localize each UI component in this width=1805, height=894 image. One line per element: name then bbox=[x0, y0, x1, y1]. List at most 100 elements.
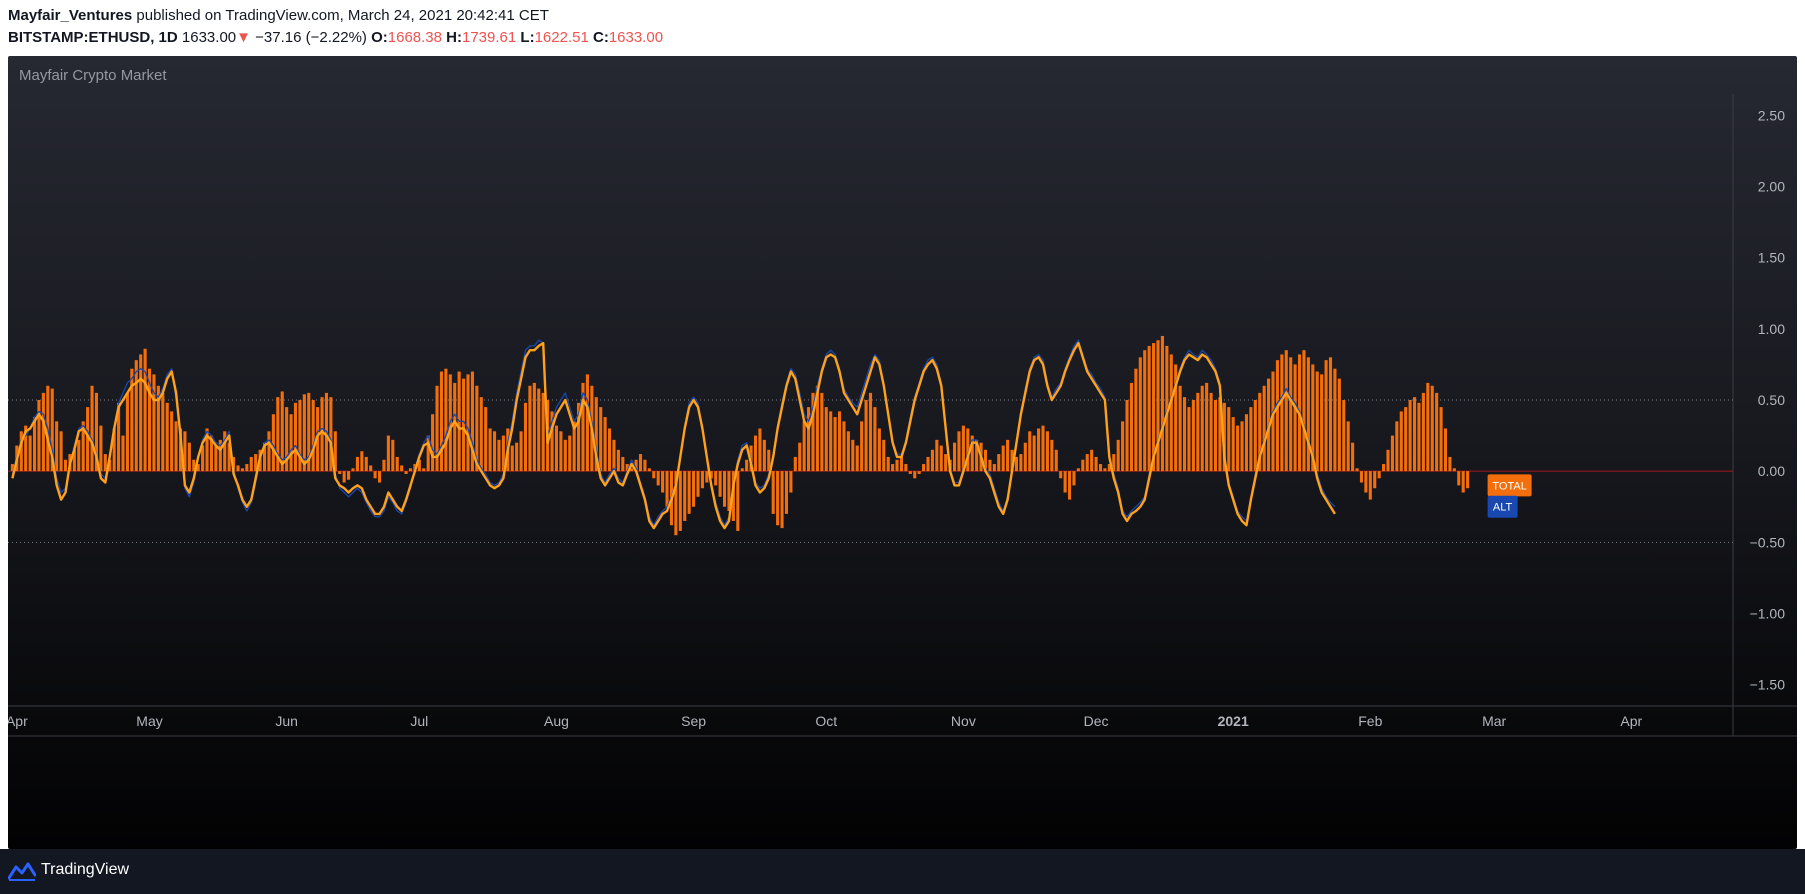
symbol-info: BITSTAMP:ETHUSD, 1D 1633.00▼ −37.16 (−2.… bbox=[8, 29, 663, 46]
histogram-bar bbox=[1448, 456, 1452, 472]
histogram-bar bbox=[488, 428, 492, 472]
histogram-bar bbox=[431, 414, 435, 472]
histogram-bar bbox=[28, 435, 32, 472]
histogram-bar bbox=[59, 431, 63, 472]
x-tick-label: 2021 bbox=[1218, 713, 1249, 729]
time-axis[interactable]: Apr May Jun Jul Aug Sep Oct Nov Dec 2021 Feb Mar Apr bbox=[8, 713, 1642, 729]
low-value: 1622.51 bbox=[534, 29, 589, 46]
x-tick-label: Oct bbox=[815, 713, 837, 729]
histogram-bar bbox=[236, 465, 240, 472]
histogram-bar bbox=[652, 471, 656, 479]
histogram-bar bbox=[1240, 421, 1244, 472]
histogram-bar bbox=[249, 456, 253, 472]
x-tick-label: Jul bbox=[410, 713, 428, 729]
histogram-bar bbox=[846, 431, 850, 472]
histogram-bar bbox=[369, 465, 373, 472]
histogram-bar bbox=[908, 471, 912, 475]
histogram-bar bbox=[1249, 407, 1253, 472]
histogram-bar bbox=[771, 471, 775, 514]
y-tick-label: 2.50 bbox=[1758, 107, 1785, 123]
histogram-bar bbox=[599, 407, 603, 472]
symbol-name[interactable]: BITSTAMP:ETHUSD bbox=[8, 29, 150, 46]
histogram-bar bbox=[90, 385, 94, 472]
histogram-bar bbox=[638, 454, 643, 472]
histogram-bar bbox=[1417, 402, 1421, 472]
histogram-bar bbox=[364, 456, 368, 472]
histogram-bar bbox=[1337, 378, 1341, 472]
histogram-bar bbox=[99, 425, 103, 472]
histogram-bar bbox=[842, 421, 846, 472]
last-price: 1633.00 bbox=[181, 29, 237, 46]
histogram-bar bbox=[1346, 421, 1350, 472]
histogram-bar bbox=[1001, 445, 1005, 472]
chart-pane[interactable]: 2.50 2.00 1.50 1.00 0.50 0.00 −0.50 −1.00 −1.50 … bbox=[8, 56, 1797, 849]
histogram-bar bbox=[798, 442, 802, 472]
y-tick-label: 2.00 bbox=[1758, 179, 1785, 195]
end-label-alt: ALT bbox=[1487, 495, 1518, 518]
histogram-bar bbox=[1041, 425, 1045, 472]
histogram-bar bbox=[1191, 400, 1195, 472]
indicator-title[interactable]: Mayfair Crypto Market bbox=[19, 67, 167, 84]
histogram-bar bbox=[1054, 449, 1058, 472]
histogram-bar bbox=[1342, 400, 1346, 472]
histogram-bar bbox=[267, 431, 271, 472]
histogram-bar bbox=[1076, 468, 1080, 472]
histogram-bar bbox=[492, 431, 497, 472]
histogram-bar bbox=[678, 471, 682, 531]
histogram-bar bbox=[656, 471, 660, 486]
histogram-bar bbox=[860, 421, 864, 472]
histogram-bar bbox=[187, 442, 191, 472]
histogram-bar bbox=[1129, 382, 1134, 472]
histogram-bar bbox=[1227, 407, 1231, 472]
histogram-bar bbox=[621, 456, 625, 472]
histogram-bar bbox=[607, 428, 612, 472]
histogram-bar bbox=[386, 435, 390, 472]
histogram-bar bbox=[143, 348, 147, 472]
histogram-bar bbox=[1147, 345, 1151, 472]
histogram-bar bbox=[886, 456, 890, 472]
histogram-bar bbox=[63, 459, 68, 472]
histogram-bar bbox=[484, 407, 488, 472]
histogram-bar bbox=[895, 459, 899, 472]
histogram-bar bbox=[1182, 397, 1187, 472]
histogram-bar bbox=[1236, 425, 1240, 472]
histogram-bar bbox=[1103, 468, 1107, 472]
chart-canvas[interactable]: 2.502.001.501.000.500.00−0.50−1.00−1.50 … bbox=[8, 56, 1797, 849]
histogram-bar bbox=[1275, 360, 1279, 472]
histogram-bar bbox=[696, 471, 700, 497]
histogram-bar bbox=[793, 456, 797, 472]
end-label-total: TOTAL bbox=[1487, 474, 1532, 497]
tradingview-brand[interactable]: TradingView bbox=[41, 861, 129, 879]
histogram-bar bbox=[1452, 468, 1456, 472]
histogram-bar bbox=[736, 471, 740, 531]
histogram-bar bbox=[519, 431, 523, 472]
histogram-bar bbox=[585, 374, 589, 472]
histogram-bar bbox=[1293, 364, 1297, 472]
histogram-bar bbox=[515, 442, 519, 472]
close-label: C: bbox=[592, 29, 609, 46]
price-axis[interactable]: 2.50 2.00 1.50 1.00 0.50 0.00 −0.50 −1.00 −1.50 bbox=[1750, 107, 1786, 692]
footer-bar: TradingView bbox=[0, 849, 1805, 894]
histogram-bar bbox=[1382, 464, 1386, 472]
histogram-bar bbox=[1121, 421, 1125, 472]
histogram-bar bbox=[77, 439, 81, 472]
histogram-bar bbox=[1134, 368, 1138, 472]
x-tick-label: Jun bbox=[275, 713, 298, 729]
y-tick-label: 1.00 bbox=[1758, 321, 1785, 337]
histogram-bar bbox=[103, 454, 107, 472]
histogram-bar bbox=[1200, 385, 1204, 472]
histogram-bar bbox=[935, 439, 939, 472]
author-link[interactable]: Mayfair_Ventures bbox=[8, 7, 132, 24]
histogram-bar bbox=[1028, 431, 1032, 472]
histogram-bar bbox=[1306, 357, 1310, 472]
histogram-bar bbox=[1399, 411, 1403, 472]
histogram-bar bbox=[1359, 471, 1364, 483]
histogram-bar bbox=[139, 354, 143, 472]
histogram-bar bbox=[1355, 468, 1359, 472]
histogram-bar bbox=[170, 411, 174, 472]
histogram-bar bbox=[382, 459, 386, 472]
publication-info: Mayfair_Ventures published on TradingVie… bbox=[8, 7, 549, 24]
histogram-bar bbox=[1032, 435, 1036, 472]
histogram-bar bbox=[692, 471, 696, 507]
histogram-bar bbox=[408, 468, 413, 472]
